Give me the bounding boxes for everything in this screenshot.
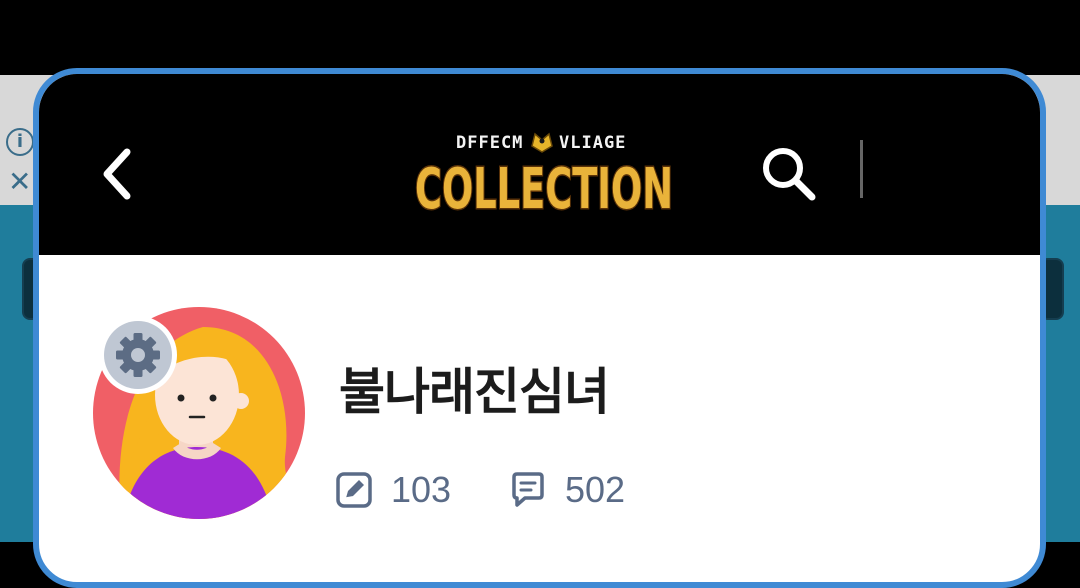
close-icon: ✕: [8, 165, 32, 198]
popup-header: DFFECM VLIAGE COLLECTION: [39, 74, 1040, 255]
profile-popup: DFFECM VLIAGE COLLECTION 불나래진심녀 103 502: [33, 68, 1046, 588]
post-count: 103: [391, 469, 452, 510]
comment-count: 502: [565, 469, 626, 510]
collection-logo: DFFECM VLIAGE COLLECTION: [409, 126, 679, 224]
comment-icon: [512, 472, 544, 507]
edit-icon: [336, 472, 372, 508]
post-count-stat[interactable]: 103: [335, 468, 451, 512]
info-icon: i: [6, 128, 34, 156]
comment-count-stat[interactable]: 502: [509, 468, 625, 512]
background-status-area: [0, 0, 1080, 75]
header-divider: [860, 140, 863, 198]
gear-icon: [116, 333, 160, 377]
back-button[interactable]: [99, 144, 143, 204]
search-icon: [763, 148, 816, 201]
logo-top-text-right: VLIAGE: [559, 133, 626, 153]
logo-top-text-left: DFFECM: [456, 133, 523, 153]
logo-main-text: COLLECTION: [415, 157, 673, 222]
back-chevron-icon: [103, 148, 131, 200]
search-button[interactable]: [757, 142, 821, 206]
logo-emblem: [531, 132, 553, 153]
profile-username: 불나래진심녀: [339, 363, 610, 421]
avatar-settings-button[interactable]: [99, 316, 177, 394]
